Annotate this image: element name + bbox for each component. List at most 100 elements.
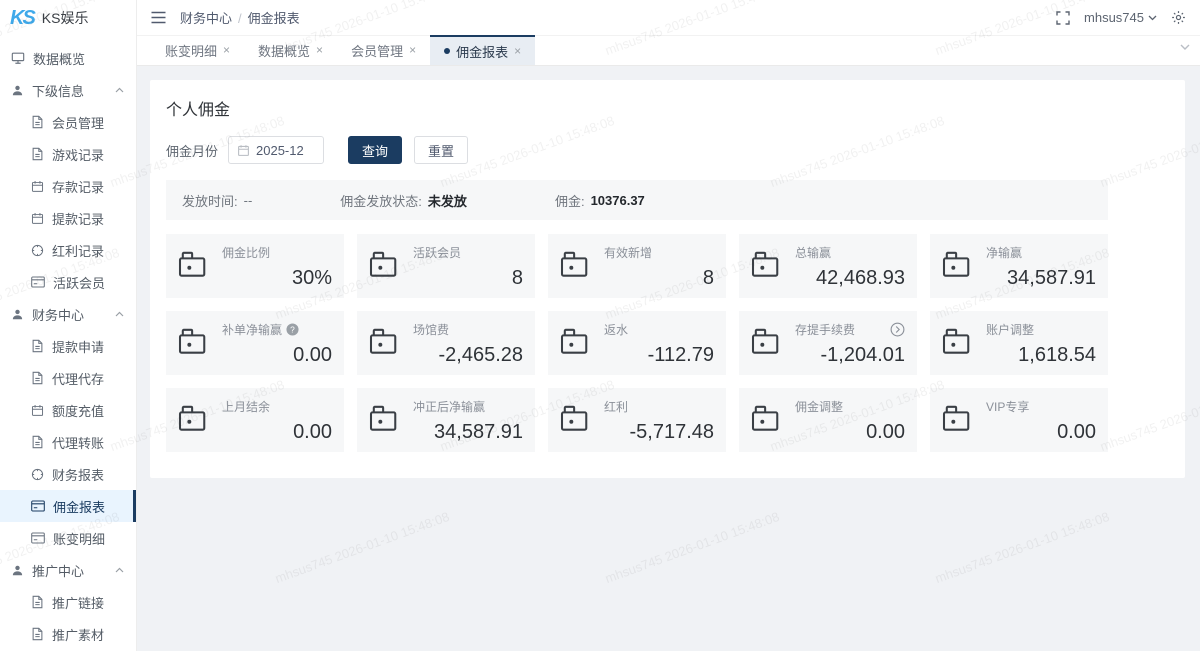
sidebar-item-label: 存款记录 bbox=[52, 177, 104, 196]
file-icon bbox=[31, 147, 44, 161]
breadcrumb: 财务中心/佣金报表 bbox=[180, 8, 300, 27]
card-value: -112.79 bbox=[604, 344, 714, 367]
sidebar-item-label: 财务报表 bbox=[52, 465, 104, 484]
stat-card: 净输赢34,587.91 bbox=[930, 234, 1108, 298]
file-icon bbox=[31, 627, 44, 641]
sidebar-item-label: 推广中心 bbox=[32, 561, 84, 580]
breadcrumb-separator: / bbox=[238, 11, 242, 26]
sidebar-item-10[interactable]: 提款申请 bbox=[0, 330, 136, 362]
gear-icon[interactable] bbox=[1171, 10, 1186, 25]
folder-icon bbox=[751, 404, 783, 432]
fullscreen-icon[interactable] bbox=[1056, 11, 1070, 25]
month-value: 2025-12 bbox=[256, 143, 304, 158]
sidebar-item-1[interactable]: 数据概览 bbox=[0, 42, 136, 74]
sidebar-item-18[interactable]: 推广链接 bbox=[0, 586, 136, 618]
close-icon[interactable]: × bbox=[316, 43, 323, 57]
sidebar-item-9[interactable]: 财务中心 bbox=[0, 298, 136, 330]
reset-button[interactable]: 重置 bbox=[414, 136, 468, 164]
card-value: 0.00 bbox=[222, 344, 332, 367]
compass-icon bbox=[31, 244, 44, 257]
close-icon[interactable]: × bbox=[223, 43, 230, 57]
close-icon[interactable]: × bbox=[409, 43, 416, 57]
commission-total: 佣金: 10376.37 bbox=[555, 191, 645, 210]
menu-fold-icon[interactable] bbox=[151, 11, 166, 24]
svg-text:?: ? bbox=[290, 324, 295, 334]
team-icon bbox=[11, 84, 24, 97]
sidebar-item-16[interactable]: 账变明细 bbox=[0, 522, 136, 554]
sidebar-item-label: 账变明细 bbox=[53, 529, 105, 548]
card-value: 0.00 bbox=[986, 421, 1096, 444]
user-menu[interactable]: mhsus745 bbox=[1084, 10, 1157, 25]
folder-icon bbox=[560, 404, 592, 432]
help-icon[interactable]: ? bbox=[286, 323, 299, 336]
chevron-right-circle-icon[interactable] bbox=[890, 322, 905, 337]
sidebar-item-label: 游戏记录 bbox=[52, 145, 104, 164]
sidebar-item-label: 活跃会员 bbox=[53, 273, 105, 292]
stat-card: VIP专享0.00 bbox=[930, 388, 1108, 452]
sidebar-item-14[interactable]: 财务报表 bbox=[0, 458, 136, 490]
stat-card: 佣金比例30% bbox=[166, 234, 344, 298]
app-logo: KS KS娱乐 bbox=[0, 0, 136, 36]
sidebar-item-13[interactable]: 代理转账 bbox=[0, 426, 136, 458]
tabbar-chevron-down-icon[interactable] bbox=[1180, 44, 1190, 51]
sidebar-item-17[interactable]: 推广中心 bbox=[0, 554, 136, 586]
calendar-icon bbox=[31, 212, 44, 225]
sidebar-item-12[interactable]: 额度充值 bbox=[0, 394, 136, 426]
sidebar-item-label: 会员管理 bbox=[52, 113, 104, 132]
card-value: 8 bbox=[413, 267, 523, 290]
chevron-up-icon bbox=[115, 87, 124, 93]
sidebar-item-11[interactable]: 代理代存 bbox=[0, 362, 136, 394]
stat-card: 账户调整 1,618.54 bbox=[930, 311, 1108, 375]
sidebar-item-label: 数据概览 bbox=[33, 49, 85, 68]
sidebar: KS KS娱乐 数据概览下级信息会员管理游戏记录存款记录提款记录红利记录活跃会员… bbox=[0, 0, 137, 651]
sidebar-item-label: 财务中心 bbox=[32, 305, 84, 324]
team-icon bbox=[11, 564, 24, 577]
card-title: 上月结余 bbox=[222, 398, 270, 415]
stat-card: 返水-112.79 bbox=[548, 311, 726, 375]
summary-bar: 发放时间: -- 佣金发放状态: 未发放 佣金: 10376.37 bbox=[166, 180, 1108, 220]
stat-card: 场馆费-2,465.28 bbox=[357, 311, 535, 375]
issue-status: 佣金发放状态: 未发放 bbox=[340, 191, 467, 210]
team-icon bbox=[11, 308, 24, 321]
issue-time-value: -- bbox=[244, 193, 253, 208]
sidebar-item-7[interactable]: 红利记录 bbox=[0, 234, 136, 266]
commission-month-input[interactable]: 2025-12 bbox=[228, 136, 324, 164]
monitor-icon bbox=[11, 51, 25, 65]
stat-card: 佣金调整0.00 bbox=[739, 388, 917, 452]
file-icon bbox=[31, 371, 44, 385]
card-icon bbox=[31, 500, 45, 512]
issue-status-label: 佣金发放状态: bbox=[340, 191, 422, 210]
folder-icon bbox=[369, 404, 401, 432]
tab-2[interactable]: 数据概览× bbox=[244, 35, 337, 65]
card-title: 账户调整 bbox=[986, 321, 1034, 338]
sidebar-item-3[interactable]: 会员管理 bbox=[0, 106, 136, 138]
tab-3[interactable]: 会员管理× bbox=[337, 35, 430, 65]
stat-card: 存提手续费-1,204.01 bbox=[739, 311, 917, 375]
sidebar-item-label: 推广链接 bbox=[52, 593, 104, 612]
card-title: 总输赢 bbox=[795, 244, 831, 261]
sidebar-item-8[interactable]: 活跃会员 bbox=[0, 266, 136, 298]
page-title: 个人佣金 bbox=[166, 96, 1169, 120]
sidebar-item-6[interactable]: 提款记录 bbox=[0, 202, 136, 234]
sidebar-item-15[interactable]: 佣金报表 bbox=[0, 490, 136, 522]
brand-name: KS娱乐 bbox=[42, 8, 89, 28]
tab-4[interactable]: 佣金报表× bbox=[430, 35, 535, 65]
tab-1[interactable]: 账变明细× bbox=[151, 35, 244, 65]
card-title: 佣金比例 bbox=[222, 244, 270, 261]
close-icon[interactable]: × bbox=[514, 44, 521, 58]
sidebar-item-19[interactable]: 推广素材 bbox=[0, 618, 136, 650]
card-icon bbox=[31, 532, 45, 544]
content-area: 个人佣金 佣金月份 2025-12 查询 重置 发放时间: -- bbox=[137, 66, 1200, 651]
stat-card: 红利-5,717.48 bbox=[548, 388, 726, 452]
compass-icon bbox=[31, 468, 44, 481]
sidebar-item-5[interactable]: 存款记录 bbox=[0, 170, 136, 202]
file-icon bbox=[31, 115, 44, 129]
card-value: -1,204.01 bbox=[795, 344, 905, 367]
folder-icon bbox=[369, 250, 401, 278]
card-value: 1,618.54 bbox=[986, 344, 1096, 367]
breadcrumb-section[interactable]: 财务中心 bbox=[180, 11, 232, 26]
search-button[interactable]: 查询 bbox=[348, 136, 402, 164]
sidebar-item-2[interactable]: 下级信息 bbox=[0, 74, 136, 106]
folder-icon bbox=[942, 250, 974, 278]
sidebar-item-4[interactable]: 游戏记录 bbox=[0, 138, 136, 170]
